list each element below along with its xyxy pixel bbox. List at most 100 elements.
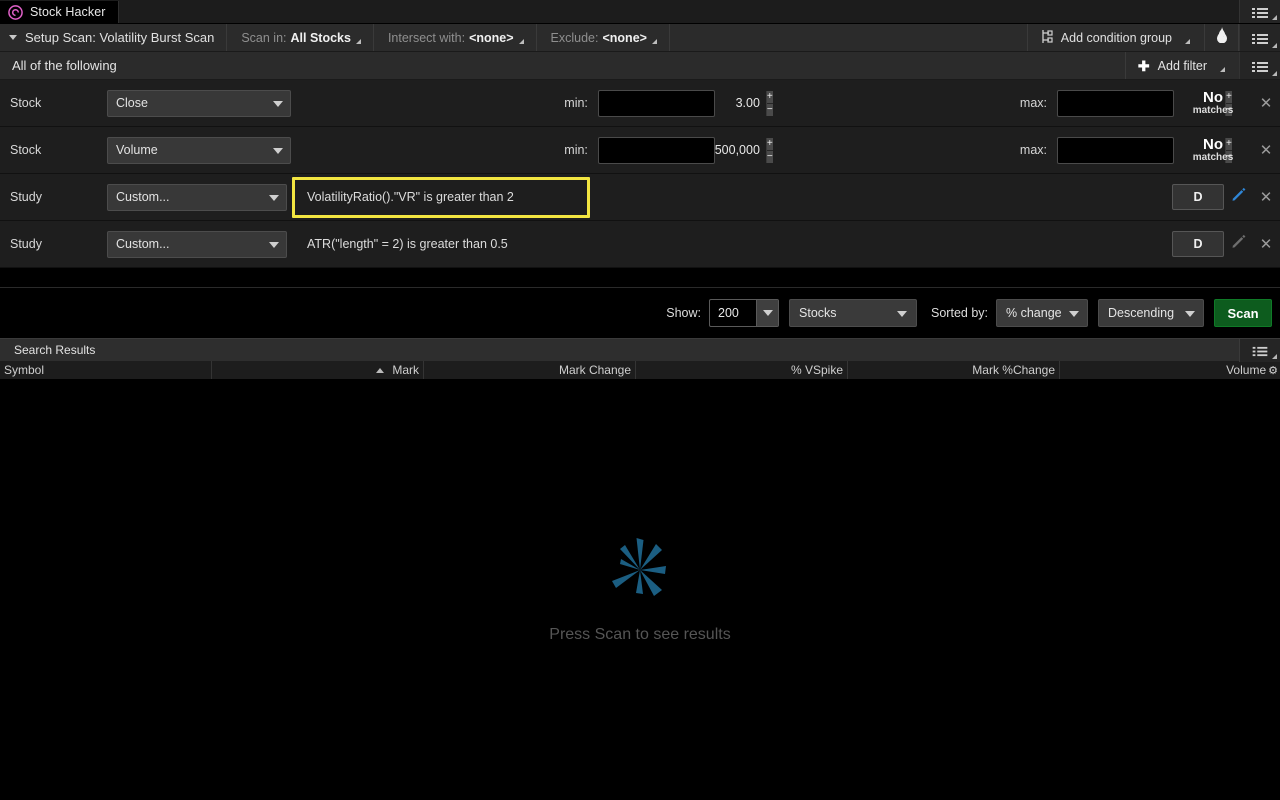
sorted-by-label: Sorted by:	[931, 306, 988, 320]
sort-direction-select[interactable]: Descending	[1098, 299, 1204, 327]
max-input-volume[interactable]: + −	[1057, 136, 1232, 164]
study-expression-1[interactable]: VolatilityRatio()."VR" is greater than 2	[292, 176, 590, 218]
min-decrement-button[interactable]: −	[766, 150, 773, 163]
results-column-header: Symbol Mark Mark Change % VSpike Mark %C…	[0, 361, 1280, 380]
column-label: Symbol	[4, 363, 45, 377]
remove-study-button-2[interactable]: ✕	[1252, 235, 1280, 253]
edit-study-button-2[interactable]	[1224, 234, 1252, 254]
chevron-down-icon	[273, 101, 283, 107]
column-label: Mark %Change	[972, 363, 1055, 377]
show-type-select[interactable]: Stocks	[789, 299, 918, 327]
exclude-corner-icon	[651, 39, 657, 44]
setup-menu-button[interactable]	[1239, 24, 1280, 51]
list-menu-icon	[1252, 344, 1268, 357]
intersect-with-selector[interactable]: Intersect with: <none>	[374, 24, 537, 51]
add-filter-button[interactable]: ✚ Add filter	[1124, 52, 1239, 79]
titlebar-menu-button[interactable]	[1239, 0, 1280, 23]
remove-criteria-button[interactable]: ✕	[1252, 94, 1280, 112]
max-label: max:	[1019, 96, 1047, 110]
chevron-down-icon	[273, 148, 283, 154]
status-badge: No matches	[1174, 90, 1252, 116]
max-label: max:	[1019, 143, 1047, 157]
study-aggregation-button-2[interactable]: D	[1172, 231, 1224, 257]
remove-criteria-button[interactable]: ✕	[1252, 141, 1280, 159]
pencil-edit-icon	[1231, 187, 1246, 207]
min-increment-button[interactable]: +	[766, 90, 773, 104]
column-label: Mark Change	[558, 363, 631, 377]
add-filter-corner-icon	[1220, 67, 1225, 72]
sort-field-select[interactable]: % change	[996, 299, 1088, 327]
max-input-close[interactable]: + −	[1057, 89, 1232, 117]
scan-in-selector[interactable]: Scan in: All Stocks	[227, 24, 374, 51]
criteria-bottom-gap	[0, 268, 1280, 288]
menu-corner-indicator	[1272, 43, 1277, 48]
status-badge-label: matches	[1192, 151, 1234, 163]
study-row-atr: Study Custom... ATR("length" = 2) is gre…	[0, 221, 1280, 268]
min-stepper[interactable]: + −	[765, 137, 773, 163]
spiral-target-icon	[8, 4, 23, 20]
setup-scan-title[interactable]: Setup Scan: Volatility Burst Scan	[0, 24, 228, 51]
remove-study-button-1[interactable]: ✕	[1252, 188, 1280, 206]
min-input-close[interactable]: + −	[597, 89, 773, 117]
field-select-volume[interactable]: Volume	[107, 136, 291, 164]
show-count-dropdown-button[interactable]	[756, 300, 779, 326]
edit-study-button-1[interactable]	[1224, 187, 1252, 207]
scan-button[interactable]: Scan	[1214, 299, 1272, 327]
exclude-label: Exclude:	[550, 30, 599, 45]
list-menu-icon	[1252, 60, 1268, 72]
min-input-field[interactable]	[598, 137, 766, 163]
show-count-select[interactable]: 200	[709, 299, 780, 327]
field-select-close[interactable]: Close	[107, 89, 291, 117]
title-bar: Stock Hacker	[0, 0, 1280, 24]
study-select-value: Custom...	[116, 190, 170, 204]
column-label: % VSpike	[790, 363, 843, 377]
flame-icon	[1215, 27, 1229, 48]
field-select-value: Volume	[116, 143, 158, 157]
list-menu-icon	[1252, 32, 1268, 44]
column-header-mark-change[interactable]: Mark Change	[424, 361, 636, 379]
study-select-custom-1[interactable]: Custom...	[107, 183, 287, 211]
sort-field-value: % change	[1006, 306, 1062, 320]
setup-bar-spacer	[670, 24, 1028, 51]
window-title: Stock Hacker	[30, 5, 106, 19]
scan-in-label: Scan in:	[241, 30, 287, 45]
scan-in-corner-icon	[355, 39, 361, 44]
filter-menu-button[interactable]	[1239, 52, 1280, 79]
search-results-title: Search Results	[14, 343, 96, 357]
min-decrement-button[interactable]: −	[766, 103, 773, 116]
study-expression-2[interactable]: ATR("length" = 2) is greater than 0.5	[287, 237, 1172, 251]
add-filter-label: Add filter	[1157, 58, 1207, 73]
min-increment-button[interactable]: +	[766, 137, 773, 151]
search-results-header: Search Results	[0, 338, 1280, 362]
stock-hacker-window: Stock Hacker Setup Scan: Volatility Burs…	[0, 0, 1280, 800]
column-header-mark-pct-change[interactable]: Mark %Change	[848, 361, 1060, 379]
column-label: Volume	[1226, 363, 1267, 377]
add-condition-group-button[interactable]: Add condition group	[1028, 24, 1205, 51]
column-header-mark[interactable]: Mark	[212, 361, 424, 379]
column-header-symbol[interactable]: Symbol	[0, 361, 212, 379]
flame-button[interactable]	[1205, 24, 1239, 51]
min-input-volume[interactable]: + −	[597, 136, 773, 164]
min-stepper[interactable]: + −	[765, 90, 773, 116]
window-tab-stock-hacker[interactable]: Stock Hacker	[0, 1, 119, 23]
study-aggregation-button-1[interactable]: D	[1172, 184, 1224, 210]
min-label: min:	[564, 143, 588, 157]
exclude-selector[interactable]: Exclude: <none>	[537, 24, 670, 51]
list-menu-icon	[1252, 6, 1268, 18]
results-menu-button[interactable]	[1239, 338, 1280, 362]
status-badge-count: No	[1203, 135, 1223, 153]
menu-corner-indicator	[1272, 353, 1277, 359]
filter-header-bar: All of the following ✚ Add filter	[0, 52, 1280, 80]
status-badge: No matches	[1174, 137, 1252, 163]
sort-ascending-icon	[376, 367, 385, 373]
study-select-custom-2[interactable]: Custom...	[107, 230, 287, 258]
add-condition-group-label: Add condition group	[1060, 30, 1172, 45]
column-header-vspike[interactable]: % VSpike	[636, 361, 848, 379]
match-mode-label: All of the following	[12, 58, 117, 73]
gear-icon[interactable]: ⚙	[1268, 364, 1278, 377]
status-badge-label: matches	[1192, 104, 1234, 116]
menu-corner-indicator	[1272, 15, 1277, 20]
min-input-field[interactable]	[598, 90, 766, 116]
study-row-volatility-ratio: Study Custom... VolatilityRatio()."VR" i…	[0, 174, 1280, 221]
column-header-volume[interactable]: Volume ⚙	[1060, 361, 1280, 379]
